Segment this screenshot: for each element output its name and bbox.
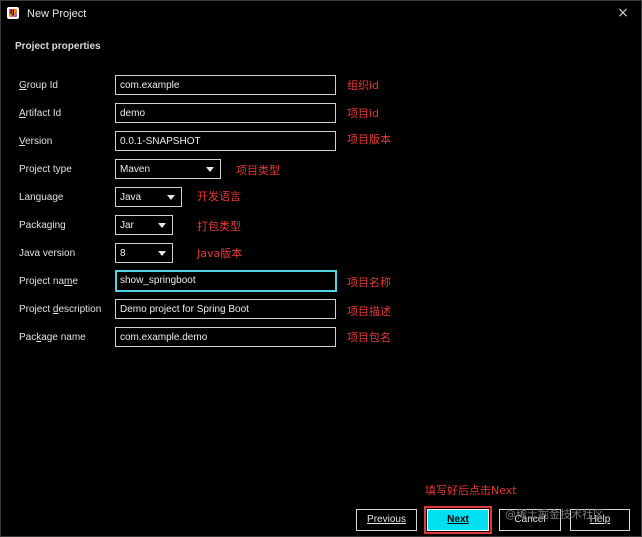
close-icon[interactable]: × bbox=[615, 5, 631, 21]
window-title: New Project bbox=[27, 8, 87, 20]
language-label: Language bbox=[19, 192, 64, 203]
project-description-input[interactable]: Demo project for Spring Boot bbox=[115, 299, 336, 319]
version-input[interactable]: 0.0.1-SNAPSHOT bbox=[115, 131, 336, 151]
version-label: Version bbox=[19, 136, 53, 147]
artifact-id-annotation: 项目id bbox=[347, 107, 380, 120]
package-name-input[interactable]: com.example.demo bbox=[115, 327, 336, 347]
project-description-label: Project description bbox=[19, 304, 102, 315]
java-version-select[interactable]: 8 bbox=[115, 243, 173, 263]
java-version-value: 8 bbox=[120, 248, 126, 259]
new-project-dialog: IJ New Project × Project properties Grou… bbox=[0, 0, 642, 537]
next-button[interactable]: Next bbox=[424, 506, 492, 534]
project-name-label: Project name bbox=[19, 276, 78, 287]
project-type-select[interactable]: Maven bbox=[115, 159, 221, 179]
artifact-id-label: Artifact Id bbox=[19, 108, 62, 119]
help-button-label: Help bbox=[589, 514, 611, 525]
previous-button[interactable]: Previous bbox=[356, 509, 417, 531]
project-name-annotation: 项目名称 bbox=[347, 276, 391, 289]
project-name-input[interactable]: show_springboot bbox=[115, 270, 337, 292]
packaging-annotation: 打包类型 bbox=[197, 220, 241, 233]
chevron-down-icon bbox=[167, 195, 175, 200]
project-type-annotation: 项目类型 bbox=[236, 164, 280, 177]
cancel-button[interactable]: Cancel bbox=[499, 509, 561, 531]
java-version-annotation: Java版本 bbox=[197, 247, 243, 260]
chevron-down-icon bbox=[206, 167, 214, 172]
help-button[interactable]: Help bbox=[570, 509, 630, 531]
title-bar: IJ New Project × bbox=[1, 1, 641, 27]
group-id-input[interactable]: com.example bbox=[115, 75, 336, 95]
package-name-label: Package name bbox=[19, 332, 86, 343]
packaging-value: Jar bbox=[120, 220, 134, 231]
project-type-value: Maven bbox=[120, 164, 151, 175]
next-annotation: 填写好后点击Next bbox=[425, 484, 517, 497]
packaging-select[interactable]: Jar bbox=[115, 215, 173, 235]
previous-button-label: Previous bbox=[367, 514, 406, 525]
project-description-annotation: 项目描述 bbox=[347, 305, 391, 318]
artifact-id-input[interactable]: demo bbox=[115, 103, 336, 123]
language-value: Java bbox=[120, 192, 142, 203]
package-name-annotation: 项目包名 bbox=[347, 331, 391, 344]
next-button-label: Next bbox=[447, 514, 469, 525]
language-annotation: 开发语言 bbox=[197, 190, 241, 203]
intellij-idea-icon: IJ bbox=[7, 7, 19, 19]
version-annotation: 项目版本 bbox=[347, 133, 391, 146]
group-id-annotation: 组织id bbox=[347, 79, 380, 92]
section-title: Project properties bbox=[15, 41, 101, 52]
group-id-label: Group Id bbox=[19, 80, 58, 91]
packaging-label: Packaging bbox=[19, 220, 66, 231]
chevron-down-icon bbox=[158, 251, 166, 256]
java-version-label: Java version bbox=[19, 248, 76, 259]
project-type-label: Project type bbox=[19, 164, 72, 175]
chevron-down-icon bbox=[158, 223, 166, 228]
language-select[interactable]: Java bbox=[115, 187, 182, 207]
